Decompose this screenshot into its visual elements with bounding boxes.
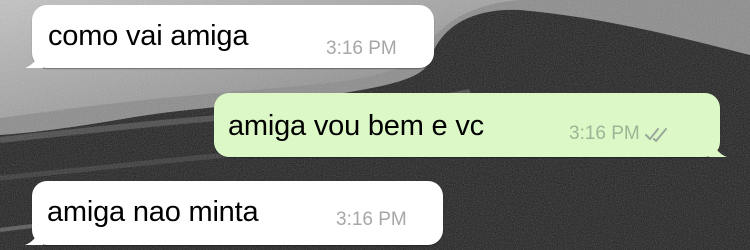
message-time: 3:16 PM: [569, 123, 640, 144]
double-check-icon: [644, 128, 667, 142]
message-time: 3:16 PM: [336, 209, 407, 230]
bubble-tail-icon: [25, 50, 43, 68]
incoming-message-bubble[interactable]: amiga nao minta 3:16 PM: [25, 181, 443, 245]
message-timestamp: 3:16 PM: [326, 38, 397, 60]
outgoing-message-bubble[interactable]: amiga vou bem e vc 3:16 PM: [214, 93, 727, 157]
message-text: amiga vou bem e vc: [228, 110, 484, 142]
message-text: como vai amiga: [48, 20, 249, 52]
message-time: 3:16 PM: [326, 38, 397, 59]
bubble-tail-icon: [25, 227, 43, 245]
message-timestamp: 3:16 PM: [336, 209, 407, 231]
incoming-message-bubble[interactable]: como vai amiga 3:16 PM: [25, 5, 434, 68]
bubble-tail-icon: [709, 139, 727, 157]
message-timestamp: 3:16 PM: [569, 123, 669, 145]
message-text: amiga nao minta: [47, 196, 259, 228]
